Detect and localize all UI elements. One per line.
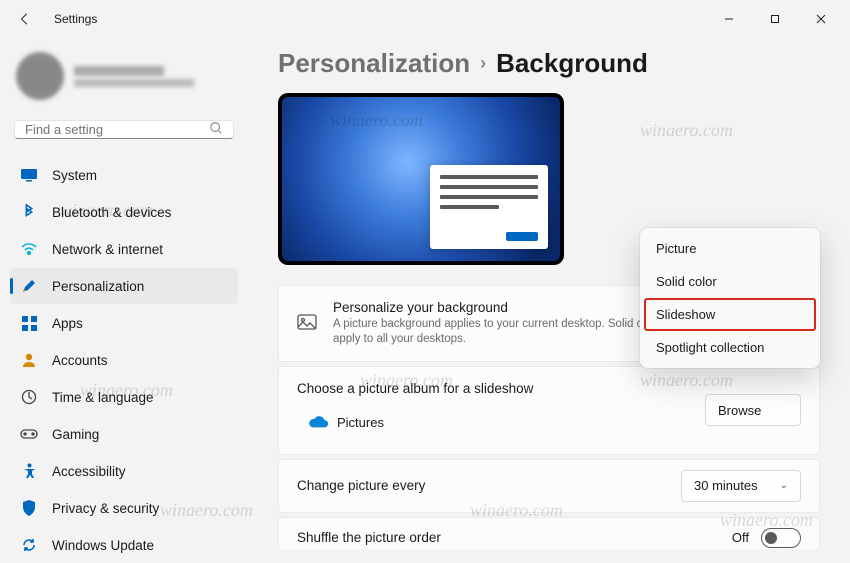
search-icon xyxy=(209,121,223,138)
sidebar-item-accounts[interactable]: Accounts xyxy=(10,342,238,378)
toggle-state: Off xyxy=(732,530,749,545)
sidebar-item-personalization[interactable]: Personalization xyxy=(10,268,238,304)
main-content: Personalization › Background Personalize… xyxy=(248,38,850,549)
setting-album: Choose a picture album for a slideshow P… xyxy=(278,366,820,455)
shuffle-toggle[interactable]: Off xyxy=(732,528,801,548)
dropdown-item-solid-color[interactable]: Solid color xyxy=(644,265,816,298)
nav-list: System Bluetooth & devices Network & int… xyxy=(10,157,238,563)
dropdown-item-spotlight[interactable]: Spotlight collection xyxy=(644,331,816,364)
sidebar-item-network[interactable]: Network & internet xyxy=(10,231,238,267)
setting-title: Change picture every xyxy=(297,478,665,493)
sidebar-item-label: Privacy & security xyxy=(52,501,159,516)
picture-icon xyxy=(297,314,317,332)
setting-title: Choose a picture album for a slideshow xyxy=(297,381,533,396)
shield-icon xyxy=(20,500,38,516)
sidebar-item-label: Time & language xyxy=(52,390,154,405)
bluetooth-icon xyxy=(20,204,38,220)
sidebar-item-label: Bluetooth & devices xyxy=(52,205,171,220)
desktop-preview xyxy=(278,93,564,265)
display-icon xyxy=(20,168,38,182)
album-folder-chip[interactable]: Pictures xyxy=(297,406,394,440)
browse-button[interactable]: Browse xyxy=(705,394,801,426)
breadcrumb-parent[interactable]: Personalization xyxy=(278,48,470,79)
window-title: Settings xyxy=(54,12,97,26)
paintbrush-icon xyxy=(20,278,38,294)
setting-title: Shuffle the picture order xyxy=(297,530,716,545)
page-title: Background xyxy=(496,48,648,79)
dropdown-item-picture[interactable]: Picture xyxy=(644,232,816,265)
sidebar-item-label: Apps xyxy=(52,316,83,331)
sidebar-item-label: System xyxy=(52,168,97,183)
avatar xyxy=(16,52,64,100)
onedrive-icon xyxy=(307,413,329,432)
back-button[interactable] xyxy=(16,12,34,26)
album-folder-name: Pictures xyxy=(337,415,384,430)
sidebar: System Bluetooth & devices Network & int… xyxy=(0,38,248,549)
dropdown-item-slideshow[interactable]: Slideshow xyxy=(644,298,816,331)
sidebar-item-windows-update[interactable]: Windows Update xyxy=(10,527,238,563)
sidebar-item-privacy[interactable]: Privacy & security xyxy=(10,490,238,526)
sidebar-item-label: Accessibility xyxy=(52,464,126,479)
search-box[interactable] xyxy=(14,120,234,139)
breadcrumb: Personalization › Background xyxy=(278,48,820,79)
maximize-button[interactable] xyxy=(752,4,798,34)
profile-block[interactable] xyxy=(10,44,238,116)
sidebar-item-label: Accounts xyxy=(52,353,108,368)
profile-text xyxy=(74,66,194,87)
close-button[interactable] xyxy=(798,4,844,34)
sidebar-item-label: Personalization xyxy=(52,279,144,294)
wifi-icon xyxy=(20,242,38,256)
setting-shuffle: Shuffle the picture order Off xyxy=(278,517,820,549)
wallpaper-preview xyxy=(282,97,560,261)
sidebar-item-label: Gaming xyxy=(52,427,99,442)
person-icon xyxy=(20,352,38,368)
sidebar-item-bluetooth[interactable]: Bluetooth & devices xyxy=(10,194,238,230)
sidebar-item-time-language[interactable]: Time & language xyxy=(10,379,238,415)
title-bar: Settings xyxy=(0,0,850,38)
background-type-dropdown: Picture Solid color Slideshow Spotlight … xyxy=(640,228,820,368)
interval-value: 30 minutes xyxy=(694,478,758,493)
sidebar-item-apps[interactable]: Apps xyxy=(10,305,238,341)
apps-icon xyxy=(20,316,38,331)
toggle-track xyxy=(761,528,801,548)
accessibility-icon xyxy=(20,463,38,479)
interval-select[interactable]: 30 minutes ⌄ xyxy=(681,470,801,502)
window-controls xyxy=(706,4,844,34)
sidebar-item-accessibility[interactable]: Accessibility xyxy=(10,453,238,489)
chevron-right-icon: › xyxy=(480,53,486,74)
sidebar-item-system[interactable]: System xyxy=(10,157,238,193)
minimize-button[interactable] xyxy=(706,4,752,34)
search-input[interactable] xyxy=(25,122,209,137)
chevron-down-icon: ⌄ xyxy=(780,480,788,491)
sidebar-item-gaming[interactable]: Gaming xyxy=(10,416,238,452)
sidebar-item-label: Network & internet xyxy=(52,242,163,257)
clock-globe-icon xyxy=(20,389,38,405)
gamepad-icon xyxy=(20,428,38,440)
sidebar-item-label: Windows Update xyxy=(52,538,154,553)
update-icon xyxy=(20,537,38,553)
sample-window xyxy=(430,165,548,249)
setting-change-interval: Change picture every 30 minutes ⌄ xyxy=(278,459,820,513)
